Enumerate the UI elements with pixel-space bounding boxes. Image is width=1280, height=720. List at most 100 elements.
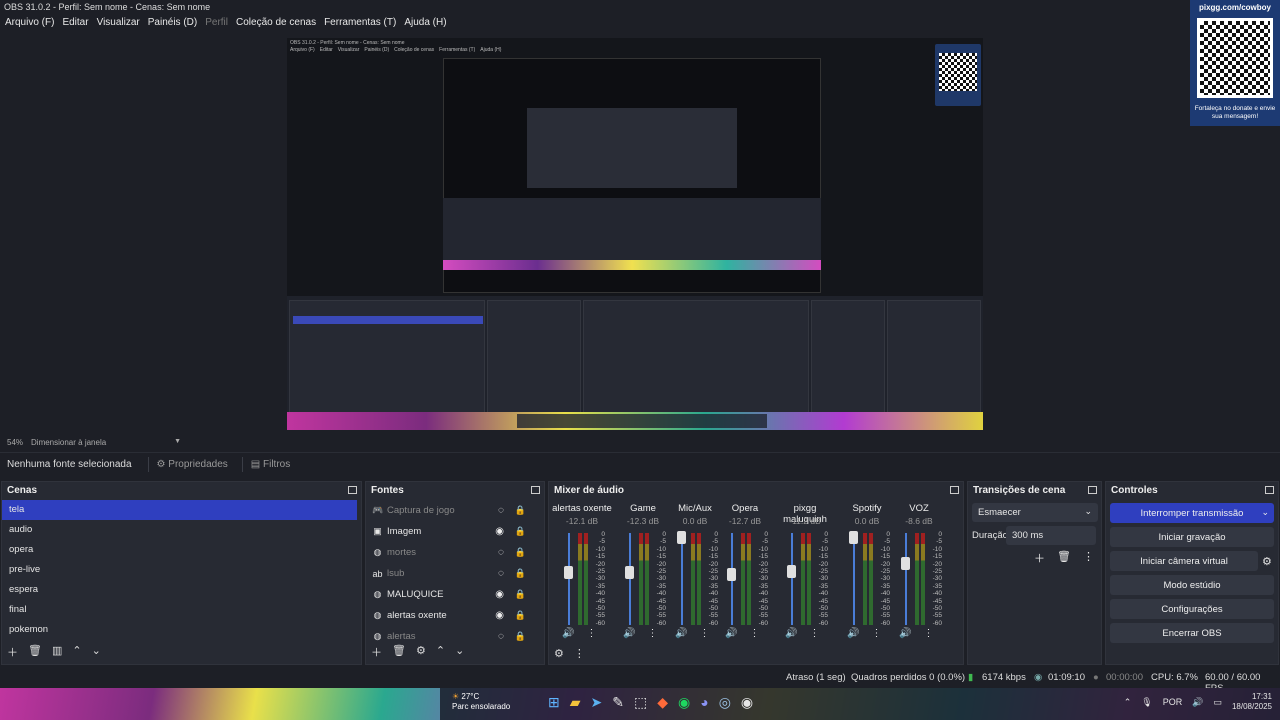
- windows-start-icon[interactable]: ⊞: [548, 694, 560, 711]
- eye-icon[interactable]: ◉: [495, 589, 504, 600]
- weather-widget[interactable]: ☀ 27°C Parc ensolarado: [452, 692, 510, 712]
- volume-track[interactable]: [853, 533, 855, 625]
- popout-icon[interactable]: [348, 486, 357, 494]
- battery-icon[interactable]: ▭: [1213, 697, 1222, 708]
- filters-button[interactable]: ▤ Filtros: [241, 457, 294, 472]
- eye-hidden-icon[interactable]: ◌: [498, 505, 504, 516]
- menu-dots-icon[interactable]: ⋮: [749, 628, 759, 639]
- lock-icon[interactable]: 🔒: [515, 631, 526, 642]
- start-recording-button[interactable]: Iniciar gravação: [1110, 527, 1274, 547]
- arrow-down-icon[interactable]: ⌄: [455, 644, 464, 660]
- menu-dots-icon[interactable]: ⋮: [923, 628, 933, 639]
- lock-icon[interactable]: 🔒: [515, 610, 526, 621]
- transition-select[interactable]: Esmaecer ⌄: [972, 503, 1098, 522]
- menu-arquivo[interactable]: Arquivo (F): [2, 15, 57, 32]
- scene-item[interactable]: espera: [2, 580, 361, 600]
- tray-chevron-up-icon[interactable]: ⌃: [1124, 697, 1132, 708]
- source-item[interactable]: ◍ alertas oxente ◉ 🔒: [366, 605, 544, 626]
- clock[interactable]: 17:31 18/08/2025: [1232, 692, 1272, 712]
- volume-track[interactable]: [568, 533, 570, 625]
- scene-item[interactable]: pokemon: [2, 620, 361, 640]
- volume-slider-handle[interactable]: [849, 531, 858, 544]
- volume-slider-handle[interactable]: [677, 531, 686, 544]
- speaker-icon[interactable]: 🔊: [725, 628, 737, 639]
- eye-icon[interactable]: ◉: [495, 526, 504, 537]
- add-icon[interactable]: ＋: [1034, 550, 1045, 566]
- menu-dots-icon[interactable]: ⋮: [647, 628, 657, 639]
- menu-dots-icon[interactable]: ⋮: [871, 628, 881, 639]
- arrow-down-icon[interactable]: ⌄: [92, 644, 101, 660]
- eye-hidden-icon[interactable]: ◌: [498, 547, 504, 558]
- lock-icon[interactable]: 🔒: [515, 505, 526, 516]
- menu-colecao-de-cenas[interactable]: Coleção de cenas: [233, 15, 319, 32]
- app-icon[interactable]: ⬚: [634, 694, 647, 711]
- source-item[interactable]: ▣ Imagem ◉ 🔒: [366, 521, 544, 542]
- scene-item[interactable]: opera: [2, 540, 361, 560]
- volume-track[interactable]: [905, 533, 907, 625]
- telegram-icon[interactable]: ➤: [591, 694, 603, 711]
- source-item[interactable]: 🎮 Captura de jogo ◌ 🔒: [366, 500, 544, 521]
- popout-icon[interactable]: [531, 486, 540, 494]
- add-icon[interactable]: ＋: [7, 644, 18, 660]
- scale-mode-chevron-down-icon[interactable]: ▼: [174, 438, 181, 448]
- add-icon[interactable]: ＋: [371, 644, 382, 660]
- volume-track[interactable]: [791, 533, 793, 625]
- arrow-up-icon[interactable]: ⌃: [436, 644, 445, 660]
- scale-mode[interactable]: Dimensionar à janela: [31, 438, 106, 448]
- scene-item[interactable]: tela: [2, 500, 357, 520]
- microphone-icon[interactable]: 🎙: [1141, 697, 1152, 708]
- eye-icon[interactable]: ◉: [495, 610, 504, 621]
- speaker-icon[interactable]: 🔊: [785, 628, 797, 639]
- popout-icon[interactable]: [1088, 486, 1097, 494]
- menu-ajuda[interactable]: Ajuda (H): [401, 15, 449, 32]
- trash-icon[interactable]: 🗑: [1057, 550, 1071, 566]
- volume-slider-handle[interactable]: [564, 565, 573, 579]
- trash-icon[interactable]: 🗑: [392, 644, 406, 660]
- menu-dots-icon[interactable]: ⋮: [1083, 550, 1094, 566]
- exit-button[interactable]: Encerrar OBS: [1110, 623, 1274, 643]
- source-item[interactable]: ◍ mortes ◌ 🔒: [366, 542, 544, 563]
- duration-input[interactable]: 300 ms: [1006, 526, 1096, 545]
- speaker-icon[interactable]: 🔊: [675, 628, 687, 639]
- lock-icon[interactable]: 🔒: [515, 526, 526, 537]
- scene-item[interactable]: final: [2, 600, 361, 620]
- menu-dots-icon[interactable]: ⋮: [574, 647, 585, 660]
- menu-dots-icon[interactable]: ⋮: [809, 628, 819, 639]
- menu-editar[interactable]: Editar: [59, 15, 91, 32]
- gear-icon[interactable]: ⚙: [416, 644, 426, 660]
- scene-item[interactable]: audio: [2, 520, 361, 540]
- eye-hidden-icon[interactable]: ◌: [498, 568, 504, 579]
- discord-icon[interactable]: ◕: [700, 694, 708, 711]
- eye-hidden-icon[interactable]: ◌: [498, 631, 504, 642]
- lock-icon[interactable]: 🔒: [515, 589, 526, 600]
- source-item[interactable]: ◍ MALUQUICE ◉ 🔒: [366, 584, 544, 605]
- scene-item[interactable]: pre-live: [2, 560, 361, 580]
- speaker-icon[interactable]: 🔊: [1192, 697, 1203, 708]
- settings-button[interactable]: Configurações: [1110, 599, 1274, 619]
- lock-icon[interactable]: 🔒: [515, 568, 526, 579]
- menu-paineis[interactable]: Painéis (D): [145, 15, 200, 32]
- obs-icon[interactable]: ◉: [741, 694, 753, 711]
- source-item[interactable]: ab lsub ◌ 🔒: [366, 563, 544, 584]
- menu-dots-icon[interactable]: ⋮: [586, 628, 596, 639]
- trash-icon[interactable]: 🗑: [28, 644, 42, 660]
- speaker-icon[interactable]: 🔊: [899, 628, 911, 639]
- properties-button[interactable]: ⚙ Propriedades: [147, 457, 232, 472]
- filter-icon[interactable]: ▥: [52, 644, 62, 660]
- steam-icon[interactable]: ◎: [719, 694, 731, 711]
- editor-icon[interactable]: ✎: [612, 694, 624, 711]
- arrow-up-icon[interactable]: ⌃: [72, 644, 81, 660]
- start-virtual-camera-button[interactable]: Iniciar câmera virtual: [1110, 551, 1258, 571]
- volume-slider-handle[interactable]: [625, 565, 634, 579]
- volume-track[interactable]: [629, 533, 631, 625]
- language-indicator[interactable]: POR: [1163, 697, 1183, 707]
- speaker-icon[interactable]: 🔊: [623, 628, 635, 639]
- spotify-icon[interactable]: ◉: [678, 694, 690, 711]
- volume-track[interactable]: [681, 533, 683, 625]
- speaker-icon[interactable]: 🔊: [847, 628, 859, 639]
- volume-slider-handle[interactable]: [901, 556, 910, 570]
- popout-icon[interactable]: [950, 486, 959, 494]
- studio-mode-button[interactable]: Modo estúdio: [1110, 575, 1274, 595]
- stop-streaming-button[interactable]: Interromper transmissão ⌄: [1110, 503, 1274, 523]
- menu-ferramentas[interactable]: Ferramentas (T): [321, 15, 399, 32]
